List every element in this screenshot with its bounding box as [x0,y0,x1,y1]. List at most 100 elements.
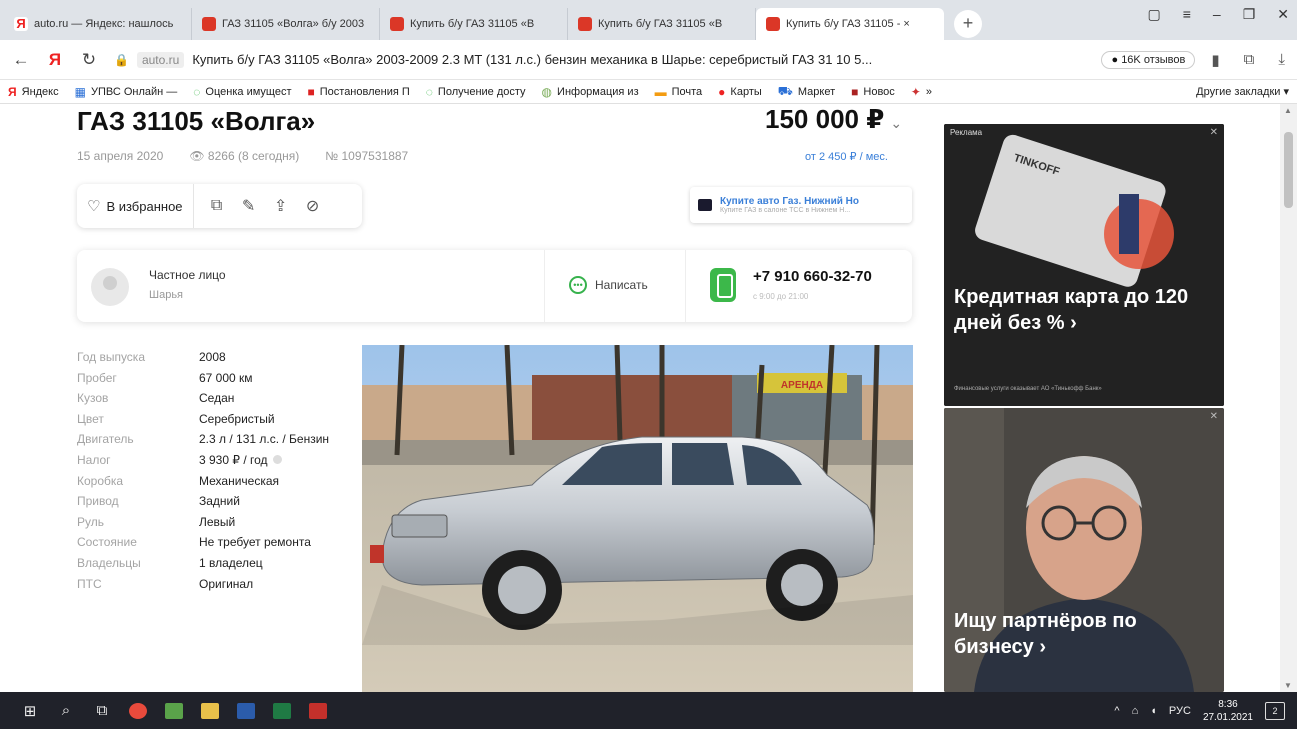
seller-card: Частное лицо Шарья ••• Написать +7 910 6… [77,250,912,322]
spec-row: Руль Левый [77,514,236,529]
car-photo[interactable]: АРЕНДА [362,345,913,692]
page-title: ГАЗ 31105 «Волга» [77,106,316,136]
listing-views: 👁 8266 (8 сегодня) [189,149,300,163]
add-favorite-button[interactable]: ♡ В избранное [87,184,194,228]
spec-row: Привод Задний [77,494,240,509]
bookmark-more[interactable]: ✦» [911,85,932,99]
bookmark-icon[interactable]: ▮ [1211,51,1219,69]
bookmark-yandex[interactable]: Я Яндекс [8,85,59,99]
credit-link[interactable]: от 2 450 ₽ / мес. [805,150,888,163]
minimize-button[interactable]: – [1213,6,1221,23]
dealer-ad[interactable]: Купите авто Газ. Нижний Но Купите ГАЗ в … [690,187,912,223]
upvs-icon: ▦ [74,84,86,99]
bookmark-mail[interactable]: ▬ Почта [655,85,703,99]
spec-row: Год выпуска 2008 [77,350,226,364]
spec-row: Коробка Механическая [77,473,280,488]
car-photo-image: АРЕНДА [362,345,913,692]
phone-number[interactable]: +7 910 660-32-70 [753,268,872,285]
tab-yandex-search[interactable]: Я auto.ru — Яндекс: нашлось [4,8,192,40]
taskbar: ⊞ ⌕ ⧉ ^ ⌂ ◖ РУС 8:36 27.01.2021 2 [0,692,1297,729]
ad-headline: Ищу партнёров по бизнесу › [954,610,1137,658]
ad-disclaimer: Финансовые услуги оказывает АО «Тинькофф… [954,386,1102,392]
share-icon[interactable]: ⇪ [272,196,290,216]
excel-icon[interactable] [264,692,300,729]
autoru-icon [390,17,404,31]
other-bookmarks[interactable]: Другие закладки ▾ [1196,85,1289,98]
bookmark-access[interactable]: ◌ Получение досту [426,85,526,99]
price[interactable]: 150 000 ₽ ⌄ [765,104,902,135]
puzzle-icon: ✦ [910,84,921,99]
file-explorer-icon[interactable] [192,692,228,729]
reviews-badge[interactable]: ● 16K отзывов [1101,50,1196,69]
bookmark-maps[interactable]: ● Карты [718,85,762,99]
language-indicator[interactable]: РУС [1169,705,1191,717]
tab-volga-active[interactable]: Купить б/у ГАЗ 31105 - × [756,8,944,40]
new-tab-button[interactable]: + [954,10,982,38]
close-icon[interactable]: ✕ [1210,127,1218,138]
task-view-icon[interactable]: ⧉ [84,692,120,729]
listing-meta: 15 апреля 2020 👁 8266 (8 сегодня) № 1097… [77,149,408,163]
search-icon[interactable]: ⌕ [48,692,84,729]
copy-icon[interactable]: ⧉ [208,197,226,215]
phone-hours: с 9:00 до 21:00 [753,292,809,301]
tab-volga-1[interactable]: ГАЗ 31105 «Волга» б/у 2003 [192,8,380,40]
bookmark-news[interactable]: ■ Новос [851,85,895,99]
seller-type: Частное лицо [149,268,226,282]
network-icon[interactable]: ⌂ [1132,705,1139,717]
reader-icon[interactable]: ⧉ [1244,51,1255,69]
notifications-icon[interactable]: 2 [1265,701,1285,720]
menu-icon[interactable]: ≡ [1183,6,1191,23]
spec-row: Двигатель 2.3 л / 131 л.с. / Бензин [77,432,330,447]
volume-icon[interactable]: ◖ [1150,705,1157,717]
ad-tinkoff[interactable]: TINKOFF Реклама ✕ Кредитная карта до 120… [944,124,1224,406]
phone-icon[interactable] [710,268,736,302]
close-icon[interactable]: ✕ [1210,411,1218,422]
window-controls: ▢ ≡ – ❐ ✕ [1148,6,1290,23]
ad-tinkoff-image: TINKOFF [944,124,1224,406]
bookmark-valuation[interactable]: ◌ Оценка имущест [193,85,291,99]
dealer-logo-icon [698,199,712,211]
bookmark-upvs[interactable]: ▦ УПВС Онлайн — [75,85,178,99]
bookmark-market[interactable]: ⛟ Маркет [778,84,835,100]
clock[interactable]: 8:36 27.01.2021 [1203,698,1253,724]
windows-start-icon[interactable]: ⊞ [12,692,48,729]
autoru-icon [766,17,780,31]
write-message-button[interactable]: ••• Написать [569,276,648,294]
yandex-home-icon[interactable]: Я [46,50,64,70]
url-field[interactable]: 🔒 auto.ru Купить б/у ГАЗ 31105 «Волга» 2… [114,51,1085,68]
reload-icon[interactable]: ↻ [80,50,98,70]
listing-date: 15 апреля 2020 [77,149,164,163]
back-icon[interactable]: ← [12,50,30,70]
specs-table: Год выпуска 2008 Пробег 67 000 км Кузов Сед… [77,347,349,594]
bookmarks-bar: Я Яндекс ▦ УПВС Онлайн — ◌ Оценка имущест ■… [0,80,1297,104]
note-icon[interactable]: ✎ [240,196,258,216]
autoru-icon [202,17,216,31]
cart-icon: ⛟ [777,83,793,98]
url-page-title: Купить б/у ГАЗ 31105 «Волга» 2003-2009 2… [192,52,873,67]
bookmark-info[interactable]: ◍ Информация из [542,85,639,99]
tray-up-icon[interactable]: ^ [1114,705,1119,717]
leaf-icon: ◌ [425,84,433,99]
block-icon[interactable]: ⊘ [304,196,322,216]
ad-business[interactable]: ✕ Ищу партнёров по бизнесу › [944,408,1224,692]
tab-volga-3[interactable]: Купить б/у ГАЗ 31105 «В [568,8,756,40]
bookmark-manager-icon[interactable]: ▢ [1148,6,1161,23]
download-icon[interactable]: ⤓ [1278,51,1285,69]
yandex-icon: Я [8,84,17,99]
spec-row: Владельцы 1 владелец [77,555,263,570]
maximize-button[interactable]: ❐ [1243,6,1256,23]
scrollbar[interactable]: ▲ ▼ [1280,104,1297,692]
scroll-down-icon: ▼ [1284,681,1292,690]
globe-icon: ◍ [541,84,553,99]
pdf-icon[interactable] [300,692,336,729]
yandex-browser-icon[interactable] [120,692,156,729]
close-window-button[interactable]: ✕ [1277,6,1289,23]
tab-volga-2[interactable]: Купить б/у ГАЗ 31105 «В [380,8,568,40]
word-icon[interactable] [228,692,264,729]
browser-tabstrip: Я auto.ru — Яндекс: нашлось ГАЗ 31105 «В… [0,0,1297,40]
photo-sign-text: АРЕНДА [781,380,823,391]
app-icon[interactable] [156,692,192,729]
bookmark-decrees[interactable]: ■ Постановления П [308,85,410,99]
scrollbar-thumb[interactable] [1284,132,1293,208]
seller-city: Шарья [149,289,184,301]
